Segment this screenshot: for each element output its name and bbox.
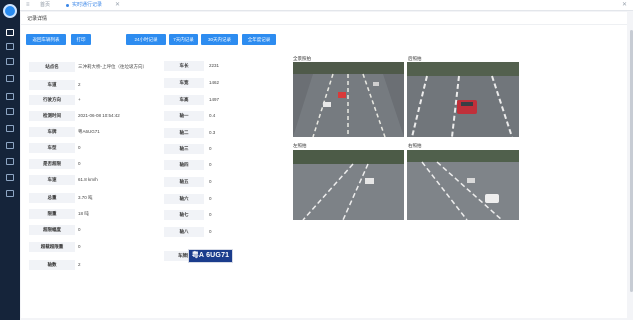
detail-value: 0	[209, 179, 212, 184]
tab-home[interactable]: 首页	[40, 1, 50, 10]
detail-label: 车牌	[29, 127, 75, 137]
right-photo-caption: 右照拍	[408, 143, 422, 148]
detail-value: 2021-06-08 10:54:42	[78, 113, 120, 118]
car-icon[interactable]	[6, 158, 14, 165]
app-logo[interactable]	[3, 4, 17, 18]
detail-label: 轴五	[164, 177, 204, 187]
detail-label: 车速	[29, 175, 75, 185]
close-all-icon[interactable]: ✕	[622, 2, 627, 8]
overview-photo[interactable]	[293, 62, 404, 137]
building-icon[interactable]	[6, 58, 14, 65]
records-7d-button[interactable]: 7天内记录	[169, 34, 198, 45]
gear-icon[interactable]	[6, 190, 14, 197]
detail-value: 3.70 吨	[78, 195, 93, 200]
detail-label: 轴八	[164, 227, 204, 237]
menu-toggle-icon[interactable]: ≡	[26, 2, 33, 8]
tab-current[interactable]: 实时通行记录	[72, 1, 102, 10]
right-photo[interactable]	[407, 150, 519, 220]
detail-value: 0	[209, 146, 212, 151]
calendar-icon[interactable]	[6, 43, 14, 50]
detail-label: 轴数	[29, 260, 75, 270]
list-icon[interactable]	[6, 108, 14, 115]
detail-label: 行驶方向	[29, 95, 75, 105]
detail-value: 2231	[209, 63, 220, 68]
left-photo-caption: 左照拍	[293, 143, 307, 148]
detail-label: 轴四	[164, 160, 204, 170]
detail-label: 轴一	[164, 111, 204, 121]
detail-label: 车道	[29, 80, 75, 90]
detail-label: 车高	[164, 95, 204, 105]
detail-value: 0.3	[209, 130, 216, 135]
left-photo[interactable]	[293, 150, 404, 220]
detail-value: 0	[78, 244, 81, 249]
detail-value: 0	[209, 212, 212, 217]
detail-value: 0	[78, 145, 81, 150]
home-icon[interactable]	[6, 29, 14, 36]
records-30d-button[interactable]: 30天内记录	[201, 34, 238, 45]
detail-value: 1497	[209, 97, 220, 102]
detail-label: 轴六	[164, 194, 204, 204]
detail-label: 限重	[29, 209, 75, 219]
table-icon[interactable]	[6, 142, 14, 149]
detail-value: 三沖莉大桥-上坪位（往垃圾方向）	[78, 64, 147, 69]
tab-bar: ≡ 首页 实时通行记录 ✕ ✕	[20, 0, 633, 11]
settings-icon[interactable]	[6, 174, 14, 181]
detail-label: 总重	[29, 193, 75, 203]
document-icon[interactable]	[6, 125, 14, 132]
detail-value: 0	[209, 162, 212, 167]
detail-value: +	[78, 97, 81, 102]
grid-icon[interactable]	[6, 75, 14, 82]
detail-label: 轴三	[164, 144, 204, 154]
plate-image[interactable]: 粤A 6UG71	[188, 249, 233, 263]
divider	[21, 24, 627, 25]
records-year-button[interactable]: 全年度记录	[242, 34, 276, 45]
detail-label: 超载超限重	[29, 242, 75, 252]
detail-value: 1462	[209, 80, 220, 85]
detail-value: 粤A6UG71	[78, 129, 100, 134]
detail-value: 0	[78, 161, 81, 166]
active-tab-dot	[66, 4, 69, 7]
detail-label: 超限幅度	[29, 225, 75, 235]
detail-value: 0	[78, 227, 81, 232]
detail-label: 检测时间	[29, 111, 75, 121]
print-button[interactable]: 打印	[71, 34, 91, 45]
detail-value: 61.8 km/h	[78, 177, 98, 182]
detail-label: 轴二	[164, 128, 204, 138]
detail-label: 车型	[29, 143, 75, 153]
records-24h-button[interactable]: 24小时记录	[126, 34, 166, 45]
page-title: 记录详情	[27, 16, 48, 22]
detail-value: 0	[209, 196, 212, 201]
detail-value: 18 吨	[78, 211, 89, 216]
chart-icon[interactable]	[6, 93, 14, 100]
detail-label: 轴七	[164, 210, 204, 220]
detail-label: 车宽	[164, 78, 204, 88]
detail-value: 2	[78, 262, 81, 267]
detail-value: 0.4	[209, 113, 216, 118]
detail-value: 0	[209, 229, 212, 234]
close-tab-icon[interactable]: ✕	[115, 2, 122, 8]
sidebar	[0, 0, 20, 320]
back-to-list-button[interactable]: 返回车辆列表	[26, 34, 66, 45]
detail-label: 是否超限	[29, 159, 75, 169]
detail-label: 站点名	[29, 62, 75, 72]
rear-photo[interactable]	[407, 62, 519, 137]
detail-label: 车长	[164, 61, 204, 71]
detail-value: 2	[78, 82, 81, 87]
